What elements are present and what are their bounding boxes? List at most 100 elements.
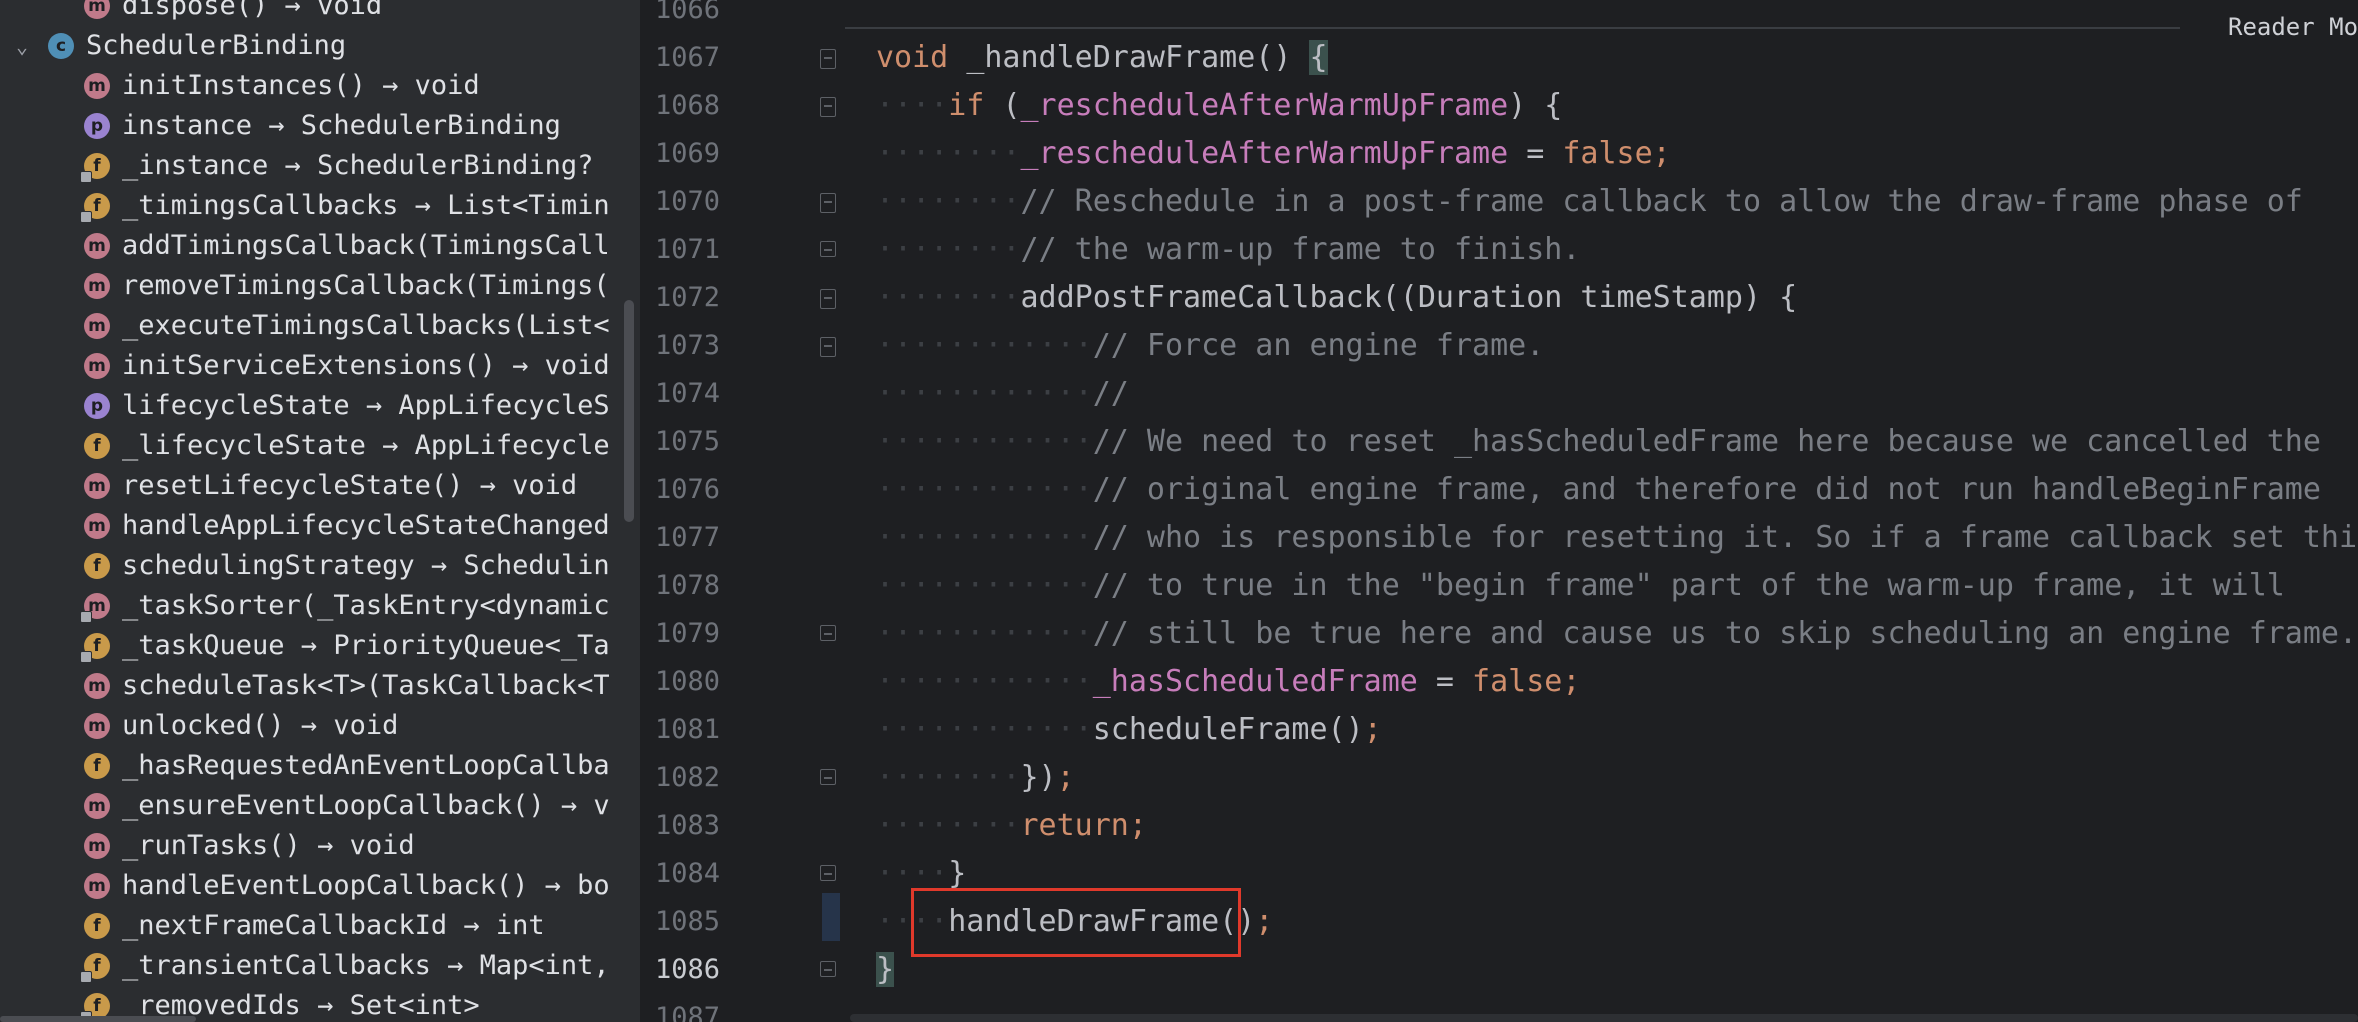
code-token: = — [1508, 136, 1563, 171]
structure-member-item[interactable]: m initServiceExtensions() → void — [0, 346, 640, 386]
structure-item-label: _taskQueue → PriorityQueue<_Ta — [122, 630, 610, 661]
code-line[interactable]: ············// original engine frame, an… — [876, 466, 2321, 514]
line-number: 1077 — [654, 522, 720, 553]
method-icon: m — [84, 833, 110, 859]
code-line[interactable]: ········return; — [876, 802, 1147, 850]
code-editor[interactable]: void _handleDrawFrame() {····if (_resche… — [840, 0, 2358, 1022]
chevron-down-icon[interactable]: ⌄ — [10, 34, 34, 58]
code-line[interactable]: } — [876, 946, 895, 994]
code-line[interactable]: ············// Force an engine frame. — [876, 322, 1544, 370]
fold-marker-icon[interactable] — [820, 289, 836, 309]
class-icon: c — [48, 33, 74, 59]
fold-marker-icon[interactable] — [820, 241, 836, 257]
code-line[interactable]: ············_hasScheduledFrame = false; — [876, 658, 1580, 706]
code-token: _rescheduleAfterWarmUpFrame — [1020, 136, 1509, 171]
code-line[interactable]: ········// Reschedule in a post-frame ca… — [876, 178, 2303, 226]
structure-member-item[interactable]: f _instance → SchedulerBinding? — [0, 146, 640, 186]
code-token: _rescheduleAfterWarmUpFrame — [1020, 88, 1509, 123]
line-number: 1084 — [654, 858, 720, 889]
code-line[interactable]: ········}); — [876, 754, 1075, 802]
indent-guide: ············ — [876, 472, 1093, 507]
structure-member-item[interactable]: m resetLifecycleState() → void — [0, 466, 640, 506]
structure-member-item[interactable]: f _timingsCallbacks → List<Timin — [0, 186, 640, 226]
code-token: return; — [1020, 808, 1147, 843]
structure-class-item[interactable]: ⌄ c SchedulerBinding — [0, 26, 640, 66]
code-line[interactable]: ········// the warm-up frame to finish. — [876, 226, 1580, 274]
method-icon: m — [84, 713, 110, 739]
indent-guide: ········ — [876, 136, 1021, 171]
structure-horizontal-scrollbar[interactable] — [0, 1016, 196, 1022]
structure-member-item[interactable]: m _taskSorter(_TaskEntry<dynamic — [0, 586, 640, 626]
structure-member-item[interactable]: m _ensureEventLoopCallback() → v — [0, 786, 640, 826]
editor-horizontal-scrollbar[interactable] — [850, 1014, 2358, 1022]
code-token: ; — [1363, 712, 1382, 747]
structure-member-item[interactable]: f _lifecycleState → AppLifecycle — [0, 426, 640, 466]
fold-marker-icon[interactable] — [820, 625, 836, 641]
line-number: 1079 — [654, 618, 720, 649]
fold-marker-icon[interactable] — [820, 193, 836, 213]
structure-item-label: dispose() → void — [122, 0, 383, 21]
structure-member-item[interactable]: m handleAppLifecycleStateChanged — [0, 506, 640, 546]
structure-member-item[interactable]: p instance → SchedulerBinding — [0, 106, 640, 146]
line-number: 1072 — [654, 282, 720, 313]
reader-mode-button[interactable]: Reader Mo — [2228, 12, 2358, 42]
structure-member-item[interactable]: f _transientCallbacks → Map<int, — [0, 946, 640, 986]
structure-item-label: resetLifecycleState() → void — [122, 470, 578, 501]
structure-member-item[interactable]: f schedulingStrategy → Schedulin — [0, 546, 640, 586]
structure-member-item[interactable]: m dispose() → void — [0, 0, 640, 26]
code-token: void — [876, 40, 967, 75]
fold-marker-icon[interactable] — [820, 769, 836, 785]
code-token: _handleDrawFrame() — [966, 40, 1310, 75]
fold-marker-icon[interactable] — [820, 961, 836, 977]
code-line[interactable]: ············// who is responsible for re… — [876, 514, 2358, 562]
method-icon: m — [84, 233, 110, 259]
fold-marker-icon[interactable] — [820, 97, 836, 117]
private-lock-icon — [80, 211, 92, 223]
code-token: // to true in the "begin frame" part of … — [1092, 568, 2285, 603]
code-line[interactable]: ········addPostFrameCallback((Duration t… — [876, 274, 1797, 322]
structure-member-item[interactable]: m addTimingsCallback(TimingsCall — [0, 226, 640, 266]
code-line[interactable]: void _handleDrawFrame() { — [876, 34, 1328, 82]
panel-splitter[interactable] — [640, 0, 648, 1022]
structure-item-label: _executeTimingsCallbacks(List< — [122, 310, 610, 341]
method-icon: m — [84, 313, 110, 339]
structure-vertical-scrollbar[interactable] — [624, 300, 634, 522]
structure-member-item[interactable]: m scheduleTask<T>(TaskCallback<T — [0, 666, 640, 706]
structure-member-item[interactable]: m unlocked() → void — [0, 706, 640, 746]
code-line[interactable]: ············// still be true here and ca… — [876, 610, 2357, 658]
code-token: } — [948, 856, 967, 891]
method-icon: m — [84, 793, 110, 819]
structure-member-item[interactable]: m _executeTimingsCallbacks(List< — [0, 306, 640, 346]
line-number: 1076 — [654, 474, 720, 505]
method-icon: m — [84, 513, 110, 539]
structure-item-label: _timingsCallbacks → List<Timin — [122, 190, 610, 221]
code-line[interactable]: ····if (_rescheduleAfterWarmUpFrame) { — [876, 82, 1562, 130]
structure-member-item[interactable]: f _hasRequestedAnEventLoopCallba — [0, 746, 640, 786]
code-line[interactable]: ············scheduleFrame(); — [876, 706, 1382, 754]
code-line[interactable]: ············// We need to reset _hasSche… — [876, 418, 2321, 466]
line-number: 1081 — [654, 714, 720, 745]
code-line[interactable]: ········_rescheduleAfterWarmUpFrame = fa… — [876, 130, 1671, 178]
structure-item-label: _ensureEventLoopCallback() → v — [122, 790, 610, 821]
code-token: } — [876, 952, 895, 987]
structure-item-label: _nextFrameCallbackId → int — [122, 910, 545, 941]
code-token: ; — [1056, 760, 1075, 795]
code-line[interactable]: ············// — [876, 370, 1129, 418]
structure-member-item[interactable]: f _nextFrameCallbackId → int — [0, 906, 640, 946]
structure-item-label: _taskSorter(_TaskEntry<dynamic — [122, 590, 610, 621]
structure-member-item[interactable]: m _runTasks() → void — [0, 826, 640, 866]
structure-item-label: lifecycleState → AppLifecycleS — [122, 390, 610, 421]
code-token: // — [1092, 376, 1129, 411]
line-number: 1082 — [654, 762, 720, 793]
structure-member-item[interactable]: m handleEventLoopCallback() → bo — [0, 866, 640, 906]
structure-member-item[interactable]: m initInstances() → void — [0, 66, 640, 106]
structure-member-item[interactable]: m removeTimingsCallback(Timings( — [0, 266, 640, 306]
structure-member-item[interactable]: p lifecycleState → AppLifecycleS — [0, 386, 640, 426]
fold-marker-icon[interactable] — [820, 865, 836, 881]
code-line[interactable]: ············// to true in the "begin fra… — [876, 562, 2285, 610]
private-lock-icon — [80, 971, 92, 983]
fold-marker-icon[interactable] — [820, 49, 836, 69]
fold-marker-icon[interactable] — [820, 337, 836, 357]
indent-guide: ········ — [876, 184, 1021, 219]
structure-member-item[interactable]: f _taskQueue → PriorityQueue<_Ta — [0, 626, 640, 666]
